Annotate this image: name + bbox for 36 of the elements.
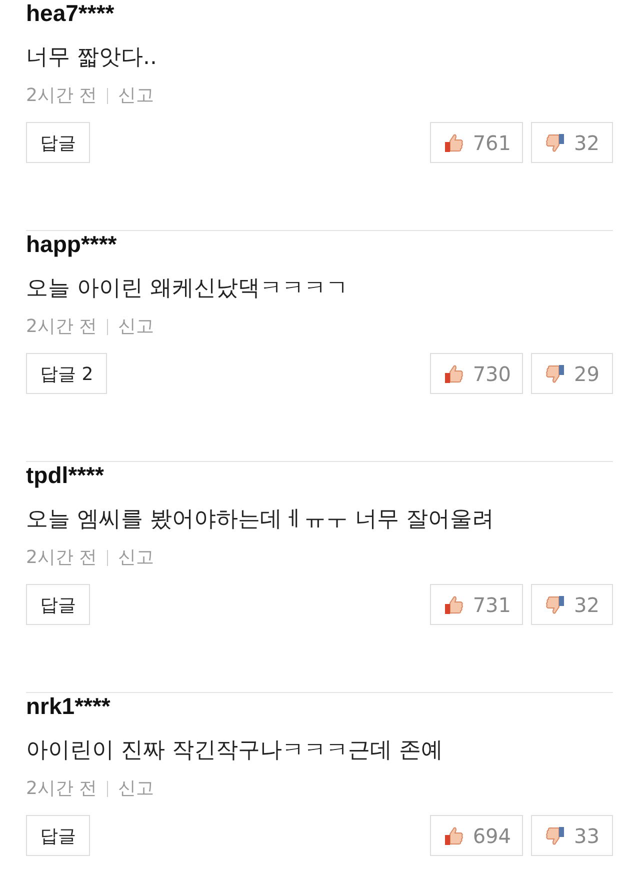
thumbs-up-icon [442, 824, 465, 846]
reply-button[interactable]: 답글 [26, 584, 90, 625]
like-button[interactable]: 730 [430, 353, 523, 394]
comment-text: 아이린이 진짜 작긴작구나ㅋㅋㅋ근데 존예 [26, 737, 443, 765]
thumbs-up-icon [442, 132, 465, 154]
username: nrk1**** [26, 693, 110, 719]
username: happ**** [26, 231, 117, 257]
dislike-button[interactable]: 33 [531, 815, 613, 856]
comment-text: 오늘 아이린 왜케신났댁ㅋㅋㅋㄱ [26, 275, 348, 303]
reply-button[interactable]: 답글 [26, 122, 90, 163]
dislike-button[interactable]: 32 [531, 122, 613, 163]
dislike-button[interactable]: 32 [531, 584, 613, 625]
reply-button[interactable]: 답글 2 [26, 353, 108, 394]
thumbs-up-icon [442, 594, 465, 616]
timestamp: 2시간 전 [26, 84, 98, 108]
like-button[interactable]: 761 [430, 122, 523, 163]
like-button[interactable]: 694 [430, 815, 523, 856]
thumbs-down-icon [544, 132, 566, 154]
username: tpdl**** [26, 462, 104, 488]
comment-text: 너무 짧앗다.. [26, 44, 157, 72]
like-button[interactable]: 731 [430, 584, 523, 625]
timestamp: 2시간 전 [26, 777, 98, 801]
thumbs-up-icon [442, 362, 465, 384]
thumbs-down-icon [544, 594, 566, 616]
timestamp: 2시간 전 [26, 546, 98, 570]
report-link[interactable]: 신고 [118, 546, 154, 570]
reply-button[interactable]: 답글 [26, 815, 90, 856]
report-link[interactable]: 신고 [118, 777, 154, 801]
report-link[interactable]: 신고 [118, 315, 154, 339]
thumbs-down-icon [544, 362, 566, 384]
timestamp: 2시간 전 [26, 315, 98, 339]
thumbs-down-icon [544, 824, 566, 846]
username: hea7**** [26, 0, 114, 26]
dislike-button[interactable]: 29 [531, 353, 613, 394]
comment-text: 오늘 엠씨를 봤어야하는데ㅔㅠㅜ 너무 잘어울려 [26, 506, 494, 534]
report-link[interactable]: 신고 [118, 84, 154, 108]
